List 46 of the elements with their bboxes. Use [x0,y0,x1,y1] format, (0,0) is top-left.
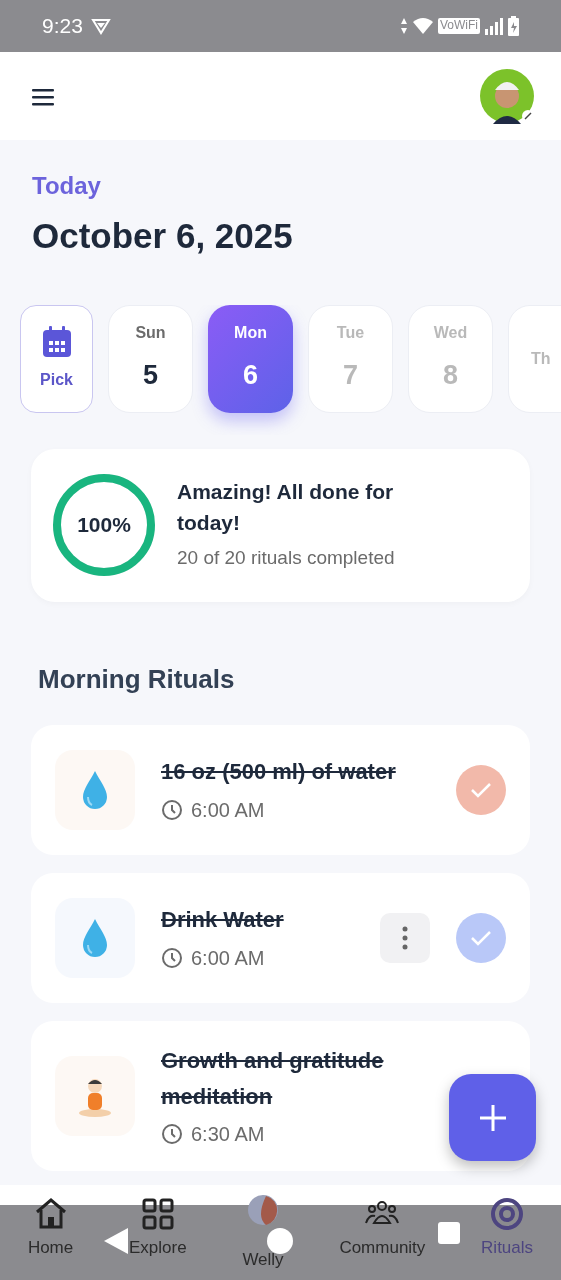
target-icon [490,1197,525,1231]
today-label: Today [32,171,102,201]
section-title: Morning Rituals [38,662,236,696]
plus-icon [478,1103,507,1132]
clock-icon [161,1123,183,1146]
ball-icon [246,1193,280,1227]
vpn-icon [90,17,111,35]
add-ritual-button[interactable] [449,1074,536,1161]
nav-tab[interactable]: Community [339,1197,426,1261]
clock-icon [161,946,183,969]
battery-icon [508,16,519,36]
data-arrows-icon [400,17,408,35]
complete-toggle[interactable] [456,912,506,963]
ritual-title: 16 oz (500 ml) of water [161,758,397,787]
ritual-title: Growth and gratitude meditation [161,1046,385,1111]
progress-subtitle: 20 of 20 rituals completed [177,546,396,571]
home-button-icon[interactable] [267,1228,293,1254]
menu-icon [32,87,54,106]
home-icon [33,1197,68,1231]
pick-date-button[interactable]: Pick [20,304,93,413]
more-icon [402,925,408,950]
more-options-button[interactable] [380,912,430,963]
nav-tab[interactable]: Rituals [481,1197,534,1261]
status-time: 9:23 [42,13,83,40]
clock-icon [161,798,183,821]
progress-title: Amazing! All done for today! [177,479,395,536]
date-heading: October 6, 2025 [32,215,294,257]
complete-toggle[interactable] [456,764,506,815]
progress-percent: 100% [77,512,131,539]
ritual-time: 6:30 AM [191,1122,265,1148]
check-icon [470,929,492,946]
day-card[interactable]: Sun 5 [108,304,193,413]
ritual-title: Drink Water [161,906,285,935]
day-card[interactable]: Mon 6 [208,304,293,413]
signal-icon [484,17,504,35]
avatar-icon[interactable] [479,68,535,124]
grid-icon [140,1197,175,1231]
network-label: VoWiFi [438,18,480,34]
ritual-time: 6:00 AM [191,797,265,823]
ritual-time: 6:00 AM [191,945,265,971]
wifi-icon [412,17,434,35]
nav-tab[interactable]: Home [27,1197,74,1261]
back-icon[interactable] [104,1228,128,1254]
check-icon [470,781,492,798]
calendar-icon [41,325,72,358]
nav-tab[interactable]: Explore [129,1197,187,1261]
